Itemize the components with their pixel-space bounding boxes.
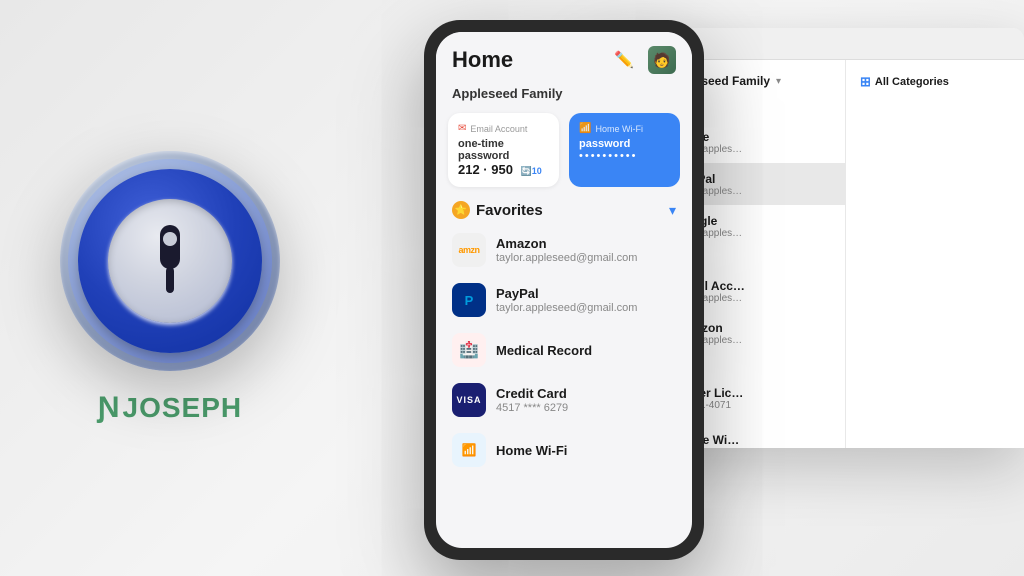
widget-email[interactable]: ✉ Email Account one-time password 212 · …	[448, 113, 559, 187]
widget-wifi-dots: ••••••••••	[579, 150, 670, 162]
widget-wifi-type: Home Wi-Fi	[595, 124, 643, 134]
logo-middle-ring	[78, 169, 262, 353]
widget-wifi-icon: 📶	[579, 123, 591, 134]
brand-n-icon: Ɲ	[98, 391, 121, 425]
widget-wifi-header: 📶 Home Wi-Fi	[579, 123, 670, 134]
widget-email-icon: ✉	[458, 123, 466, 134]
credit-card-info: Credit Card 4517 **** 6279	[496, 386, 676, 414]
paypal-list-icon: P	[452, 283, 486, 317]
widget-code: 212 · 950 🔄10	[458, 162, 549, 177]
widget-email-label: one-time password	[458, 138, 549, 162]
wifi-name: Home Wi-Fi	[496, 443, 676, 458]
edit-icon[interactable]: ✏️	[610, 46, 638, 74]
amazon-detail: taylor.appleseed@gmail.com	[496, 252, 676, 264]
favorites-label: Favorites	[476, 202, 543, 219]
credit-card-name: Credit Card	[496, 386, 676, 401]
desktop-right-panel: ⊞ All Categories	[846, 60, 1024, 448]
list-item-wifi[interactable]: 📶 Home Wi-Fi	[436, 425, 692, 475]
brand-text: JOSEPH	[123, 392, 243, 424]
list-item-amazon[interactable]: amzn Amazon taylor.appleseed@gmail.com	[436, 225, 692, 275]
widget-code-text: 212 · 950	[458, 162, 513, 177]
visa-list-icon: VISA	[452, 383, 486, 417]
amazon-logo: amzn	[458, 245, 479, 255]
amazon-name: Amazon	[496, 236, 676, 251]
amazon-list-icon: amzn	[452, 233, 486, 267]
phone-screen: Home ✏️ 🧑 Appleseed Family ✉ Email Accou…	[436, 32, 692, 548]
logo-inner-ring	[108, 199, 232, 323]
brand-name: Ɲ JOSEPH	[98, 391, 242, 425]
list-item-medical[interactable]: 🏥 Medical Record	[436, 325, 692, 375]
medical-list-icon: 🏥	[452, 333, 486, 367]
phone-header-icons: ✏️ 🧑	[610, 46, 676, 74]
favorites-chevron-icon[interactable]: ▾	[669, 202, 676, 219]
phone-mockup: Home ✏️ 🧑 Appleseed Family ✉ Email Accou…	[424, 20, 704, 560]
wifi-list-icon: 📶	[452, 433, 486, 467]
widget-row: ✉ Email Account one-time password 212 · …	[436, 109, 692, 191]
phone-container: Home ✏️ 🧑 Appleseed Family ✉ Email Accou…	[424, 20, 704, 566]
paypal-info: PayPal taylor.appleseed@gmail.com	[496, 286, 676, 314]
paypal-name: PayPal	[496, 286, 676, 301]
widget-wifi-label: password	[579, 138, 670, 150]
wifi-info: Home Wi-Fi	[496, 443, 676, 458]
wifi-list-symbol: 📶	[462, 443, 477, 457]
widget-count: 🔄10	[521, 166, 542, 176]
widget-email-type: Email Account	[470, 124, 527, 134]
all-categories-header[interactable]: ⊞ All Categories	[860, 70, 1010, 100]
paypal-detail: taylor.appleseed@gmail.com	[496, 302, 676, 314]
widget-wifi[interactable]: 📶 Home Wi-Fi password ••••••••••	[569, 113, 680, 187]
credit-card-detail: 4517 **** 6279	[496, 402, 676, 414]
medical-icon-emoji: 🏥	[459, 340, 479, 360]
star-icon: ⭐	[452, 201, 470, 219]
medical-info: Medical Record	[496, 343, 676, 358]
paypal-p-list: P	[465, 293, 474, 308]
list-item-credit-card[interactable]: VISA Credit Card 4517 **** 6279	[436, 375, 692, 425]
amazon-info: Amazon taylor.appleseed@gmail.com	[496, 236, 676, 264]
favorites-title: ⭐ Favorites	[452, 201, 543, 219]
logo-section: Ɲ JOSEPH	[60, 151, 280, 425]
widget-email-header: ✉ Email Account	[458, 123, 549, 134]
grid-icon: ⊞	[860, 74, 871, 90]
phone-home-title: Home	[452, 47, 513, 73]
favorites-section-header: ⭐ Favorites ▾	[436, 191, 692, 225]
list-item-paypal[interactable]: P PayPal taylor.appleseed@gmail.com	[436, 275, 692, 325]
vault-chevron-icon: ▾	[776, 76, 781, 87]
key-icon	[138, 229, 202, 293]
phone-header: Home ✏️ 🧑	[436, 32, 692, 82]
phone-avatar[interactable]: 🧑	[648, 46, 676, 74]
medical-name: Medical Record	[496, 343, 676, 358]
visa-text: VISA	[456, 395, 481, 405]
logo-outer-ring	[60, 151, 280, 371]
all-categories-label: All Categories	[875, 76, 949, 88]
phone-family-label: Appleseed Family	[436, 82, 692, 109]
